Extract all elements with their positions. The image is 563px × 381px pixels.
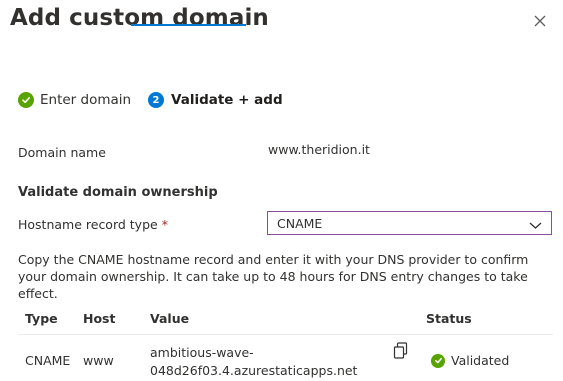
hostname-record-type-dropdown[interactable]: CNAME: [267, 211, 552, 235]
label-text: Hostname record type: [18, 217, 158, 232]
cell-host: www: [83, 353, 114, 368]
step-label: Validate + add: [171, 92, 283, 108]
instructions-text: Copy the CNAME hostname record and enter…: [18, 252, 529, 301]
table-header-divider: [18, 334, 553, 335]
copy-icon: [393, 342, 409, 364]
checkmark-circle-icon: [431, 353, 445, 368]
column-header-status: Status: [426, 311, 472, 326]
domain-name-value: www.theridion.it: [268, 142, 370, 157]
status-text: Validated: [451, 353, 510, 368]
section-title: Validate domain ownership: [18, 185, 218, 200]
close-icon: [531, 12, 549, 30]
cell-value-line1: ambitious-wave-: [150, 345, 254, 360]
step-enter-domain[interactable]: Enter domain: [18, 90, 131, 110]
active-step-indicator: [131, 24, 246, 26]
dropdown-selected-value: CNAME: [277, 215, 323, 231]
column-header-value: Value: [150, 311, 190, 326]
cell-status: Validated: [431, 353, 509, 368]
step-validate-add[interactable]: 2 Validate + add: [148, 90, 283, 110]
close-button[interactable]: [531, 12, 549, 30]
chevron-down-icon: [529, 218, 542, 233]
step-label: Enter domain: [40, 92, 132, 108]
domain-name-label: Domain name: [18, 145, 106, 160]
column-header-host: Host: [83, 311, 116, 326]
checkmark-circle-icon: [18, 92, 34, 108]
dialog-title: Add custom domain: [10, 5, 269, 31]
column-header-type: Type: [25, 311, 58, 326]
required-marker: *: [161, 217, 168, 232]
copy-value-button[interactable]: [393, 342, 409, 360]
hostname-record-type-label: Hostname record type *: [18, 217, 168, 232]
cell-value-line2: 048d26f03.4.azurestaticapps.net: [150, 363, 358, 378]
step-number-badge: 2: [148, 92, 164, 108]
cell-type: CNAME: [25, 353, 71, 368]
